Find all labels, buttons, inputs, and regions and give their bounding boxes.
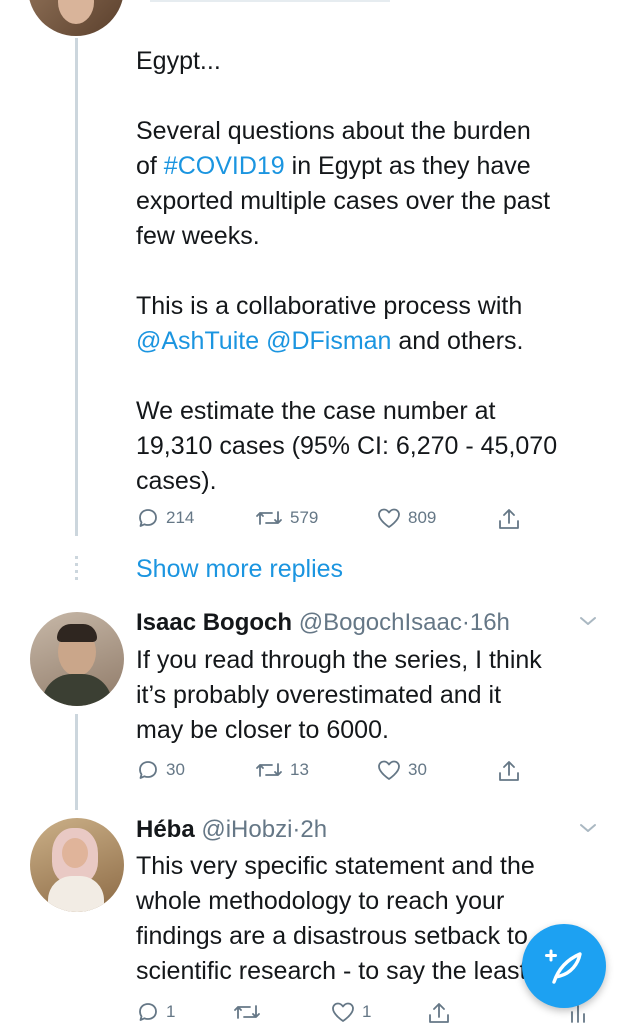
like-count: 30	[408, 760, 427, 779]
tweet-text: If you read through the series, I think …	[136, 643, 606, 748]
tweet-line: may be closer to 6000.	[136, 716, 389, 744]
tweet-actions: 1 1	[136, 1000, 585, 1030]
retweet-icon	[232, 1000, 262, 1024]
tweet-line: Several questions about the burden	[136, 117, 531, 145]
reply-icon	[136, 506, 160, 530]
avatar[interactable]	[28, 0, 124, 36]
top-divider	[150, 0, 390, 2]
mention-link[interactable]: @DFisman	[266, 327, 391, 355]
compose-tweet-button[interactable]	[522, 924, 606, 1008]
reply-count: 214	[166, 508, 195, 527]
like-count: 809	[408, 508, 437, 527]
thread-line	[75, 714, 78, 810]
tweet-actions: 30 13 30	[136, 758, 536, 788]
chevron-down-icon[interactable]	[578, 821, 598, 840]
tweet-header: Héba @iHobzi·2h	[136, 815, 327, 845]
author-handle[interactable]: @BogochIsaac	[299, 609, 462, 636]
retweet-button[interactable]	[232, 1000, 262, 1024]
tweet-line: and others.	[391, 327, 524, 355]
dot-separator: ·	[461, 609, 470, 636]
share-icon	[496, 758, 522, 784]
thread-gap-dots	[75, 556, 78, 580]
heart-icon	[330, 1000, 356, 1024]
tweet-line: If you read through the series, I think	[136, 646, 542, 674]
reply-icon	[136, 1000, 160, 1024]
tweet-line: in Egypt as they have	[284, 152, 531, 180]
compose-tweet-icon	[540, 942, 588, 995]
retweet-icon	[254, 506, 284, 530]
tweet-line: This is a collaborative process with	[136, 292, 523, 320]
like-button[interactable]: 809	[376, 506, 436, 530]
tweet-line: We estimate the case number at	[136, 397, 496, 425]
timestamp: 16h	[469, 609, 510, 636]
tweet-line: Egypt...	[136, 47, 221, 75]
tweet-line: 19,310 cases (95% CI: 6,270 - 45,070	[136, 432, 558, 460]
tweet-line: This very specific statement and the	[136, 852, 535, 880]
reply-count: 1	[166, 1002, 176, 1021]
share-button[interactable]	[426, 1000, 452, 1026]
reply-button[interactable]: 214	[136, 506, 194, 530]
tweet-text: Egypt... Several questions about the bur…	[136, 44, 606, 499]
reply-count: 30	[166, 760, 185, 779]
chevron-down-icon[interactable]	[578, 614, 598, 633]
tweet-line: cases).	[136, 467, 217, 495]
tweet-line: of	[136, 152, 164, 180]
share-button[interactable]	[496, 506, 522, 532]
share-button[interactable]	[496, 758, 522, 784]
show-more-replies-link[interactable]: Show more replies	[136, 555, 343, 584]
like-button[interactable]: 1	[330, 1000, 371, 1024]
like-button[interactable]: 30	[376, 758, 427, 782]
avatar[interactable]	[30, 818, 124, 912]
share-icon	[496, 506, 522, 532]
tweet-header: Isaac Bogoch @BogochIsaac·16h	[136, 608, 510, 638]
retweet-button[interactable]: 579	[254, 506, 318, 530]
retweet-count: 579	[290, 508, 319, 527]
retweet-icon	[254, 758, 284, 782]
avatar[interactable]	[30, 612, 124, 706]
thread-line	[75, 38, 78, 536]
reply-button[interactable]: 1	[136, 1000, 175, 1024]
tweet-line: it’s probably overestimated and it	[136, 681, 502, 709]
tweet-line: few weeks.	[136, 222, 260, 250]
heart-icon	[376, 758, 402, 782]
reply-button[interactable]: 30	[136, 758, 185, 782]
hashtag-link[interactable]: #COVID19	[164, 152, 285, 180]
tweet-line: whole methodology to reach your	[136, 887, 505, 915]
author-name[interactable]: Héba	[136, 816, 195, 843]
author-name[interactable]: Isaac Bogoch	[136, 609, 292, 636]
retweet-button[interactable]: 13	[254, 758, 309, 782]
heart-icon	[376, 506, 402, 530]
author-handle[interactable]: @iHobzi	[201, 816, 292, 843]
tweet-line: exported multiple cases over the past	[136, 187, 551, 215]
tweet-actions: 214 579 809	[136, 506, 536, 536]
retweet-count: 13	[290, 760, 309, 779]
timestamp: 2h	[300, 816, 328, 843]
mention-link[interactable]: @AshTuite	[136, 327, 259, 355]
reply-icon	[136, 758, 160, 782]
share-icon	[426, 1000, 452, 1026]
like-count: 1	[362, 1002, 372, 1021]
